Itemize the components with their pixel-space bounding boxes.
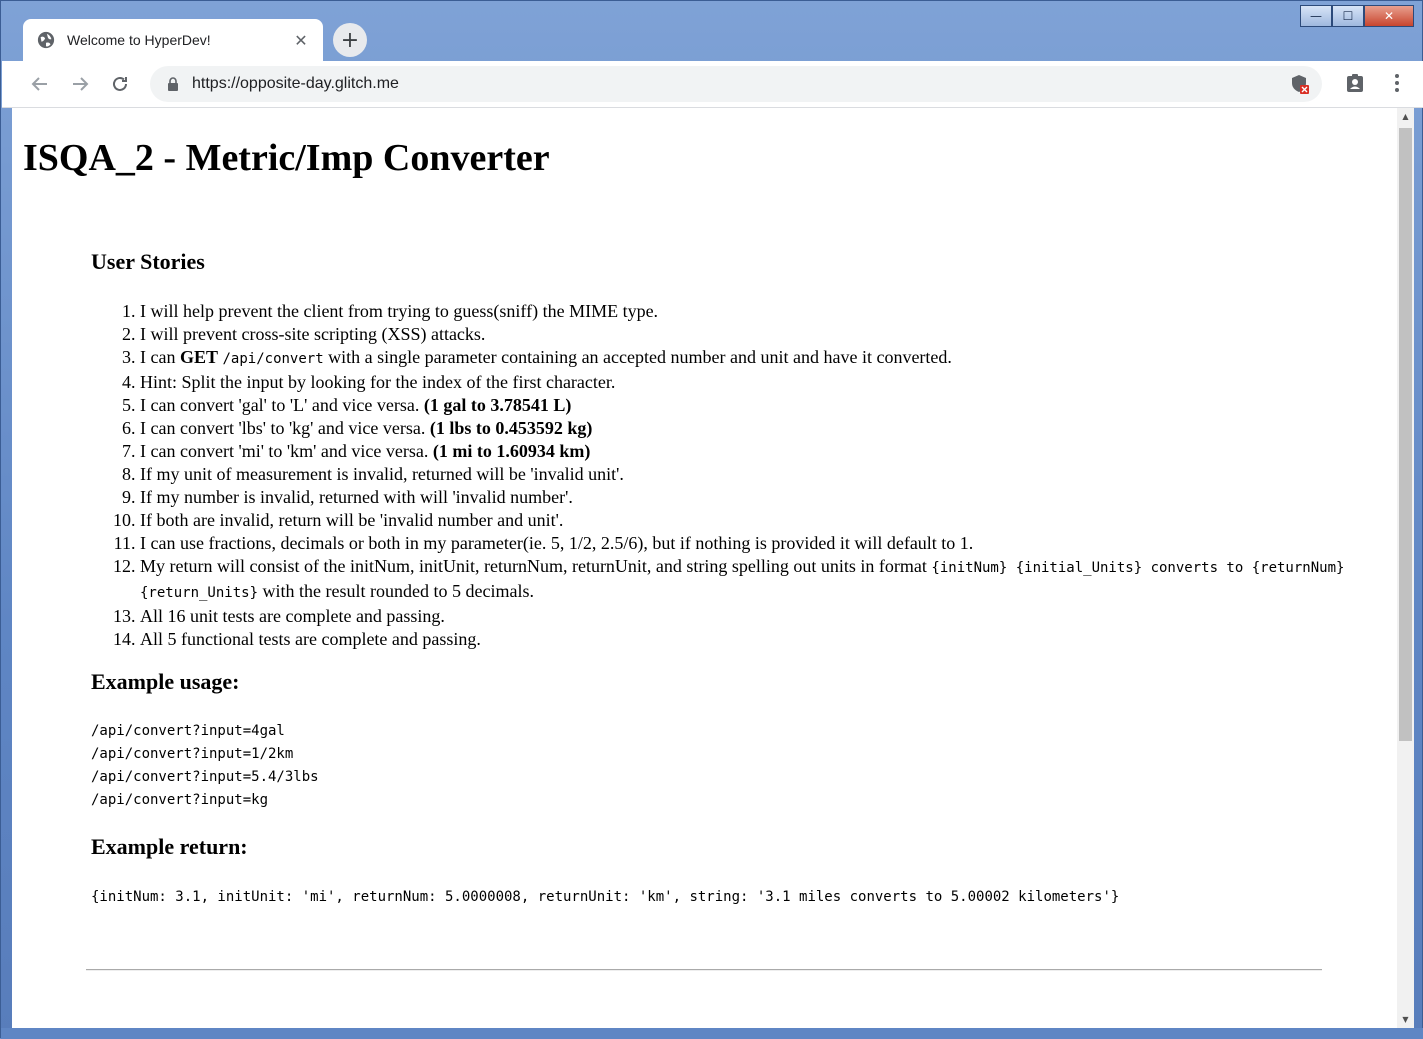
back-arrow-icon[interactable] xyxy=(20,64,60,104)
story-item: I can convert 'mi' to 'km' and vice vers… xyxy=(140,440,1381,463)
tab-strip: Welcome to HyperDev! ✕ + xyxy=(1,19,1422,61)
scroll-down-icon[interactable]: ▼ xyxy=(1397,1011,1414,1028)
scroll-up-icon[interactable]: ▲ xyxy=(1397,108,1414,125)
scroll-thumb[interactable] xyxy=(1399,128,1412,741)
story-item: My return will consist of the initNum, i… xyxy=(140,555,1381,605)
story-item: I can GET /api/convert with a single par… xyxy=(140,346,1381,371)
browser-window: — ☐ ✕ Welcome to HyperDev! ✕ + https://o… xyxy=(0,0,1423,1039)
story-text: Hint: Split the input by looking for the… xyxy=(140,372,616,392)
user-stories-list: I will help prevent the client from tryi… xyxy=(91,300,1381,651)
usage-line: /api/convert?input=5.4/3lbs xyxy=(91,769,319,785)
shield-blocked-icon[interactable] xyxy=(1288,73,1310,95)
reload-icon[interactable] xyxy=(100,64,140,104)
story-text: I can use fractions, decimals or both in… xyxy=(140,533,974,553)
tab-title: Welcome to HyperDev! xyxy=(67,32,211,48)
tab-welcome[interactable]: Welcome to HyperDev! ✕ xyxy=(23,19,323,61)
usage-line: /api/convert?input=kg xyxy=(91,792,269,808)
story-item: All 16 unit tests are complete and passi… xyxy=(140,605,1381,628)
story-bold: GET xyxy=(179,347,218,367)
story-text: I will prevent cross-site scripting (XSS… xyxy=(140,324,486,344)
story-bold: (1 gal to 3.78541 L) xyxy=(423,395,572,415)
story-text: I will help prevent the client from tryi… xyxy=(140,301,659,321)
story-item: If my unit of measurement is invalid, re… xyxy=(140,463,1381,486)
story-text: All 5 functional tests are complete and … xyxy=(140,629,481,649)
horizontal-rule xyxy=(86,969,1322,971)
example-return-code: {initNum: 3.1, initUnit: 'mi', returnNum… xyxy=(91,889,1120,905)
story-text: If my unit of measurement is invalid, re… xyxy=(140,464,624,484)
profile-badge-icon[interactable] xyxy=(1341,69,1369,97)
address-bar[interactable]: https://opposite-day.glitch.me xyxy=(150,66,1322,102)
toolbar-right xyxy=(1341,69,1411,97)
example-usage-heading: Example usage: xyxy=(91,669,240,694)
story-text: All 16 unit tests are complete and passi… xyxy=(140,606,445,626)
story-text: I can convert 'mi' to 'km' and vice vers… xyxy=(140,441,433,461)
story-text: I can convert 'lbs' to 'kg' and vice ver… xyxy=(140,418,430,438)
story-bold: (1 lbs to 0.453592 kg) xyxy=(429,418,593,438)
vertical-scrollbar[interactable]: ▲ ▼ xyxy=(1397,108,1414,1028)
story-text: My return will consist of the initNum, i… xyxy=(140,556,932,576)
story-item: If my number is invalid, returned with w… xyxy=(140,486,1381,509)
url-text[interactable]: https://opposite-day.glitch.me xyxy=(192,75,1288,93)
kebab-menu-icon[interactable] xyxy=(1383,69,1411,97)
example-usage-section: Example usage: xyxy=(91,668,1381,696)
story-item: I can convert 'gal' to 'L' and vice vers… xyxy=(140,394,1381,417)
usage-line: /api/convert?input=4gal xyxy=(91,723,285,739)
usage-line: /api/convert?input=1/2km xyxy=(91,746,294,762)
story-item: I will help prevent the client from tryi… xyxy=(140,300,1381,323)
globe-icon xyxy=(37,31,55,49)
forward-arrow-icon[interactable] xyxy=(60,64,100,104)
user-stories-section: User Stories xyxy=(91,248,1381,276)
story-text: with a single parameter containing an ac… xyxy=(323,347,952,367)
lock-icon[interactable] xyxy=(166,77,180,91)
story-item: I can use fractions, decimals or both in… xyxy=(140,532,1381,555)
example-return-heading: Example return: xyxy=(91,834,248,859)
page-title: ISQA_2 - Metric/Imp Converter xyxy=(23,137,550,179)
tab-close-icon[interactable]: ✕ xyxy=(289,31,313,50)
story-text: with the result rounded to 5 decimals. xyxy=(258,581,534,601)
story-item: I will prevent cross-site scripting (XSS… xyxy=(140,323,1381,346)
user-stories-heading: User Stories xyxy=(91,249,205,274)
story-item: Hint: Split the input by looking for the… xyxy=(140,371,1381,394)
example-return-section: Example return: xyxy=(91,833,1381,861)
story-text: I can convert 'gal' to 'L' and vice vers… xyxy=(140,395,424,415)
browser-toolbar: https://opposite-day.glitch.me xyxy=(2,61,1423,108)
story-text: If my number is invalid, returned with w… xyxy=(140,487,573,507)
story-text: I can xyxy=(140,347,180,367)
story-item: All 5 functional tests are complete and … xyxy=(140,628,1381,651)
stories-list-wrapper: I will help prevent the client from tryi… xyxy=(91,300,1381,651)
page-viewport: ISQA_2 - Metric/Imp Converter User Stori… xyxy=(12,108,1397,1028)
window-bottom-frame xyxy=(1,1028,1423,1039)
example-usage-list: /api/convert?input=4gal/api/convert?inpu… xyxy=(91,720,1381,812)
story-item: I can convert 'lbs' to 'kg' and vice ver… xyxy=(140,417,1381,440)
new-tab-button[interactable]: + xyxy=(333,23,367,57)
story-code: /api/convert xyxy=(222,351,324,367)
story-item: If both are invalid, return will be 'inv… xyxy=(140,509,1381,532)
story-text: If both are invalid, return will be 'inv… xyxy=(140,510,564,530)
story-bold: (1 mi to 1.60934 km) xyxy=(432,441,591,461)
